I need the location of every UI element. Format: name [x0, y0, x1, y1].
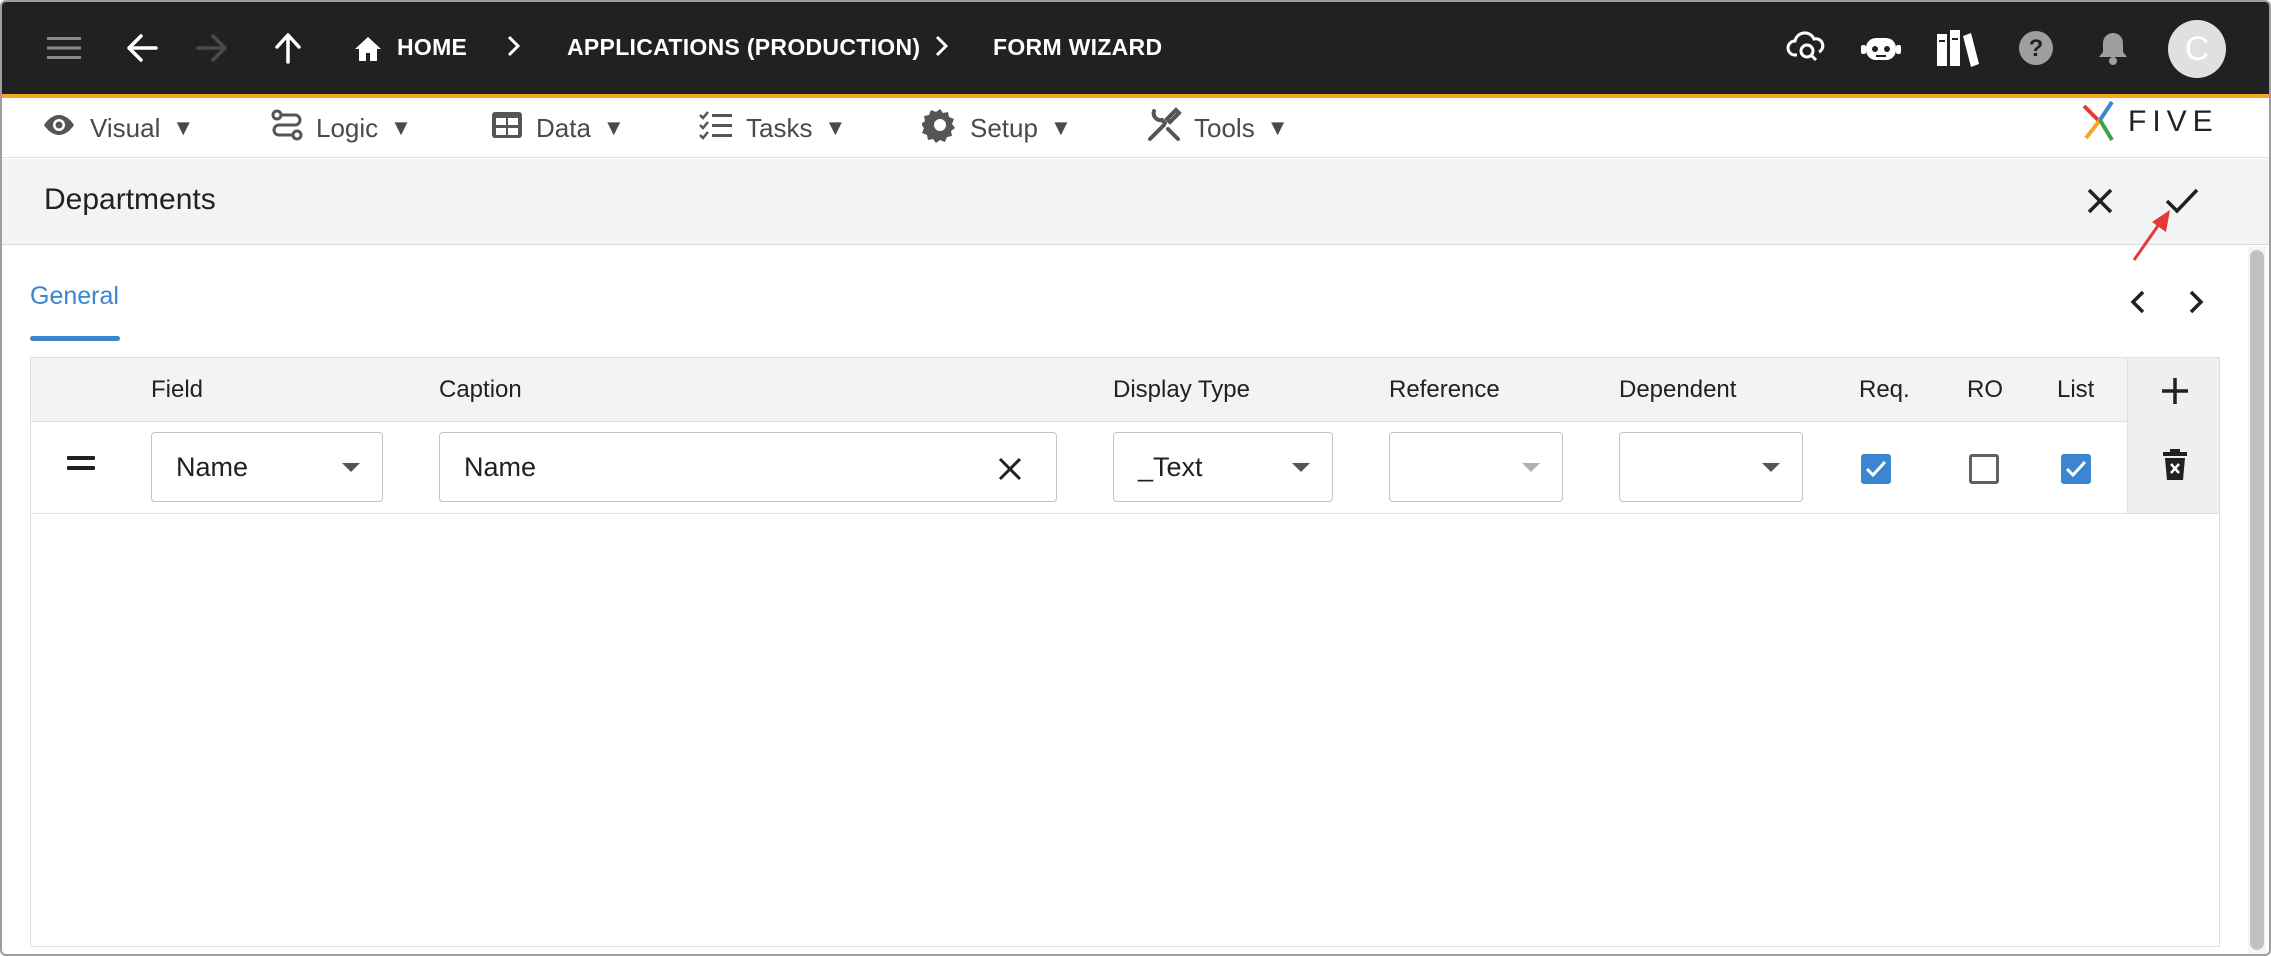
dependent-select[interactable] [1619, 432, 1803, 502]
tools-icon [1146, 106, 1182, 150]
menu-logic-label: Logic [316, 112, 379, 143]
library-icon[interactable] [1934, 26, 1980, 70]
column-header-dependent: Dependent [1619, 376, 1737, 403]
close-icon [2087, 188, 2113, 214]
notifications-icon[interactable] [2094, 28, 2132, 68]
menu-visual-label: Visual [90, 112, 161, 143]
check-icon [1865, 460, 1887, 478]
home-icon[interactable] [352, 34, 384, 64]
dropdown-arrow-icon: ▼ [824, 115, 847, 140]
menu-tasks[interactable]: Tasks ▼ [698, 98, 846, 158]
dropdown-arrow-icon: ▼ [1266, 115, 1289, 140]
tab-active-indicator [30, 336, 120, 341]
caret-down-icon [1292, 463, 1310, 472]
breadcrumb-form-wizard[interactable]: FORM WIZARD [993, 34, 1162, 61]
table-icon [490, 110, 524, 147]
menu-visual[interactable]: Visual ▼ [40, 98, 194, 158]
five-logo: FIVE [2078, 100, 2238, 144]
column-header-caption: Caption [439, 376, 522, 403]
chevron-right-icon [2189, 290, 2204, 314]
grid-header: Field Caption Display Type Reference Dep… [31, 358, 2219, 422]
app-window: HOME APPLICATIONS (PRODUCTION) FORM WIZA… [0, 0, 2271, 956]
next-button[interactable] [2178, 284, 2214, 320]
chevron-left-icon [2130, 290, 2145, 314]
column-header-list: List [2057, 376, 2095, 403]
list-checkbox[interactable] [2061, 454, 2091, 484]
drag-handle-icon[interactable] [67, 456, 95, 476]
menu-logic[interactable]: Logic ▼ [270, 98, 412, 158]
dropdown-arrow-icon: ▼ [602, 115, 625, 140]
previous-button[interactable] [2120, 284, 2156, 320]
chevron-right-icon [934, 32, 950, 65]
caption-input-value: Name [464, 451, 537, 482]
chatbot-icon[interactable] [1860, 30, 1902, 68]
caption-input[interactable]: Name [439, 432, 1057, 502]
tasks-icon [698, 110, 734, 147]
menu-data[interactable]: Data ▼ [490, 98, 625, 158]
dropdown-arrow-icon: ▼ [172, 115, 195, 140]
menu-setup[interactable]: Setup ▼ [921, 98, 1072, 158]
clear-caption-button[interactable] [994, 453, 1026, 485]
caret-down-icon [342, 463, 360, 472]
field-select-value: Name [176, 451, 249, 482]
column-header-display-type: Display Type [1113, 376, 1250, 403]
help-icon[interactable]: ? [2016, 28, 2056, 68]
reference-select[interactable] [1389, 432, 1563, 502]
back-icon[interactable] [124, 30, 160, 66]
plus-icon [2162, 378, 2188, 404]
tab-general[interactable]: General [30, 282, 119, 311]
column-header-field: Field [151, 376, 204, 403]
fields-grid: Field Caption Display Type Reference Dep… [30, 357, 2220, 947]
column-header-req: Req. [1859, 376, 1910, 403]
table-row: Name Name _Text [31, 422, 2219, 514]
req-checkbox[interactable] [1861, 454, 1891, 484]
column-header-ro: RO [1967, 376, 2003, 403]
form-header: Departments [2, 159, 2269, 245]
breadcrumb-applications[interactable]: APPLICATIONS (PRODUCTION) [567, 34, 920, 61]
logo-text: FIVE [2128, 105, 2219, 138]
main-menubar: Visual ▼ Logic ▼ Data ▼ Tasks ▼ Setup ▼ … [2, 98, 2269, 158]
close-icon [998, 457, 1022, 481]
field-select[interactable]: Name [151, 432, 383, 502]
menu-tools[interactable]: Tools ▼ [1146, 98, 1288, 158]
display-type-select[interactable]: _Text [1113, 432, 1333, 502]
dropdown-arrow-icon: ▼ [1049, 115, 1072, 140]
up-icon[interactable] [270, 30, 306, 66]
user-avatar[interactable]: C [2168, 20, 2226, 78]
page-title: Departments [44, 183, 216, 216]
top-app-bar: HOME APPLICATIONS (PRODUCTION) FORM WIZA… [2, 2, 2269, 94]
cancel-button[interactable] [2078, 179, 2122, 223]
check-icon [2065, 460, 2087, 478]
logic-icon [270, 109, 304, 148]
eye-icon [40, 112, 78, 145]
svg-text:?: ? [2029, 35, 2044, 62]
menu-icon[interactable] [46, 32, 82, 64]
menu-tasks-label: Tasks [746, 112, 813, 143]
caret-down-icon [1762, 463, 1780, 472]
menu-setup-label: Setup [970, 112, 1038, 143]
dropdown-arrow-icon: ▼ [390, 115, 412, 140]
ro-checkbox[interactable] [1969, 454, 1999, 484]
menu-data-label: Data [536, 112, 591, 143]
column-header-reference: Reference [1389, 376, 1500, 403]
five-logo-mark [2082, 100, 2114, 142]
chevron-right-icon [506, 32, 522, 65]
add-row-button[interactable] [2160, 376, 2190, 406]
display-type-value: _Text [1138, 451, 1203, 482]
annotation-arrow [2132, 210, 2170, 261]
gear-icon [921, 107, 958, 150]
scrollbar-thumb[interactable] [2250, 250, 2264, 950]
caret-down-icon [1522, 463, 1540, 472]
forward-icon[interactable] [194, 30, 230, 66]
menu-tools-label: Tools [1194, 112, 1255, 143]
cloud-search-icon[interactable] [1786, 26, 1826, 66]
breadcrumb-home[interactable]: HOME [397, 34, 467, 61]
